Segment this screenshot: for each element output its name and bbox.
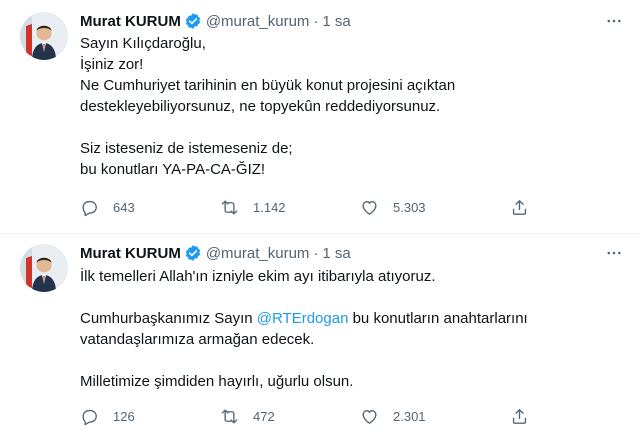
retweet-icon [220,198,239,217]
retweet-count: 472 [253,408,275,424]
reply-icon [80,407,99,426]
mention-link[interactable]: @RTErdogan [257,310,349,327]
timestamp[interactable]: 1 sa [322,245,350,262]
tweet-line: Ne Cumhuriyet tarihinin en büyük konut p… [80,77,456,94]
tweet-text: Sayın Kılıçdaroğlu, İşiniz zor! Ne Cumhu… [80,33,620,180]
tweet-line: bu konutları YA-PA-CA-ĞIZ! [80,161,266,178]
author-name[interactable]: Murat KURUM [80,13,181,30]
author-name[interactable]: Murat KURUM [80,245,181,262]
like-icon [360,407,379,426]
reply-count: 643 [113,199,135,215]
reply-icon [80,198,99,217]
more-options-icon[interactable] [604,11,624,31]
share-icon [510,407,529,426]
tweet-line: Cumhurbaşkanımız Sayın @RTErdogan bu kon… [80,308,620,329]
timestamp[interactable]: 1 sa [322,13,350,30]
tweet-line: Milletimize şimdiden hayırlı, uğurlu ols… [80,373,354,390]
reply-button[interactable]: 643 [80,196,135,218]
more-options-icon[interactable] [604,243,624,263]
tweet-line: Siz isteseniz de istemeseniz de; [80,140,293,157]
tweet-text-segment: Cumhurbaşkanımız Sayın [80,310,257,327]
verified-badge-icon [184,244,202,262]
tweet-line: Sayın Kılıçdaroğlu, [80,35,206,52]
avatar[interactable] [20,12,68,60]
like-icon [360,198,379,217]
author-handle[interactable]: @murat_kurum [206,13,310,30]
header-separator: · [313,12,319,30]
like-count: 2.301 [393,408,426,424]
tweet-feed: Murat KURUM @murat_kurum · 1 sa Sayın Kı… [0,0,640,445]
like-button[interactable]: 5.303 [360,196,426,218]
tweet-line: vatandaşlarımıza armağan edecek. [80,331,315,348]
share-button[interactable] [510,196,529,218]
avatar[interactable] [20,244,68,292]
like-count: 5.303 [393,199,426,215]
verified-badge-icon [184,12,202,30]
like-button[interactable]: 2.301 [360,405,426,427]
tweet-header: Murat KURUM @murat_kurum · 1 sa [80,243,351,263]
retweet-button[interactable]: 1.142 [220,196,286,218]
tweet-line: destekleyebiliyorsunuz, ne topyekûn redd… [80,98,441,115]
tweet-actions: 643 1.142 5.303 [80,196,540,218]
tweet-line: İlk temelleri Allah'ın izniyle ekim ayı … [80,268,436,285]
tweet-text-segment: bu konutların anahtarlarını [348,310,528,327]
tweet-text: İlk temelleri Allah'ın izniyle ekim ayı … [80,266,620,392]
reply-count: 126 [113,408,135,424]
tweet-actions: 126 472 2.301 [80,405,540,427]
retweet-count: 1.142 [253,199,286,215]
tweet[interactable]: Murat KURUM @murat_kurum · 1 sa İlk teme… [0,234,640,445]
tweet-header: Murat KURUM @murat_kurum · 1 sa [80,11,351,31]
author-handle[interactable]: @murat_kurum [206,245,310,262]
tweet-line: İşiniz zor! [80,56,144,73]
share-button[interactable] [510,405,529,427]
tweet[interactable]: Murat KURUM @murat_kurum · 1 sa Sayın Kı… [0,0,640,234]
share-icon [510,198,529,217]
header-separator: · [313,244,319,262]
reply-button[interactable]: 126 [80,405,135,427]
retweet-icon [220,407,239,426]
retweet-button[interactable]: 472 [220,405,275,427]
